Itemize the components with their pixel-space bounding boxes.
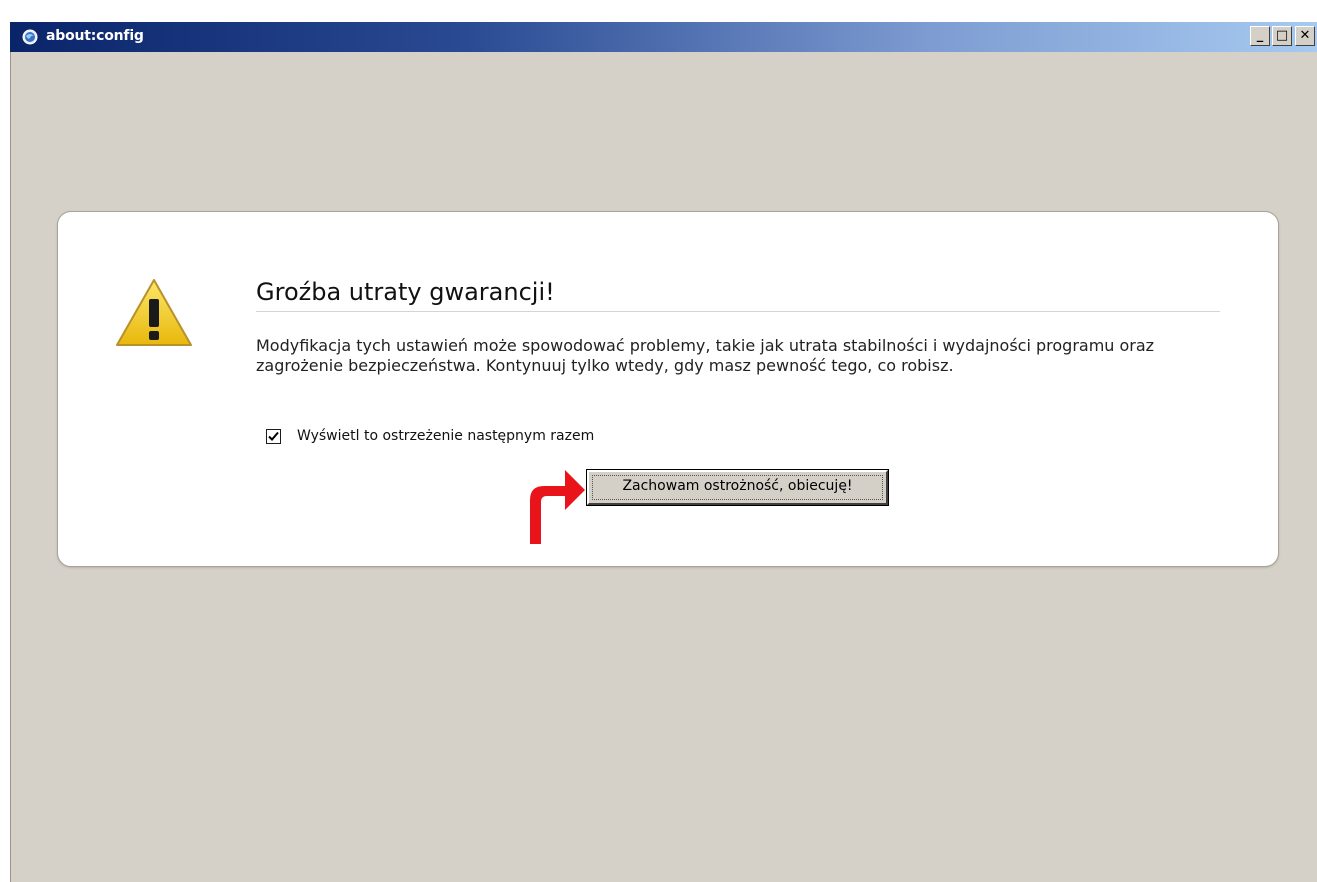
confirm-button[interactable]: Zachowam ostrożność, obiecuję! (586, 469, 889, 506)
minimize-button[interactable]: _ (1250, 26, 1270, 46)
maximize-button[interactable]: □ (1272, 26, 1292, 46)
maximize-icon: □ (1275, 28, 1289, 43)
warning-message: Modyfikacja tych ustawień może spowodowa… (256, 336, 1155, 375)
browser-globe-icon (22, 29, 38, 45)
warning-heading: Groźba utraty gwarancji! (256, 275, 1220, 312)
title-bar[interactable]: about:config _ □ ✕ (10, 22, 1317, 52)
minimize-icon: _ (1256, 28, 1264, 43)
show-warning-checkbox[interactable] (266, 428, 281, 444)
red-arrow-icon (525, 466, 587, 546)
close-button[interactable]: ✕ (1295, 26, 1315, 46)
window-title: about:config (46, 28, 144, 44)
confirm-button-label: Zachowam ostrożność, obiecuję! (622, 478, 853, 494)
warning-panel (57, 211, 1279, 567)
warning-triangle-icon (114, 277, 194, 349)
close-icon: ✕ (1299, 28, 1311, 43)
show-warning-label: Wyświetl to ostrzeżenie następnym razem (297, 428, 595, 444)
show-warning-checkbox-row[interactable]: Wyświetl to ostrzeżenie następnym razem (266, 426, 594, 446)
